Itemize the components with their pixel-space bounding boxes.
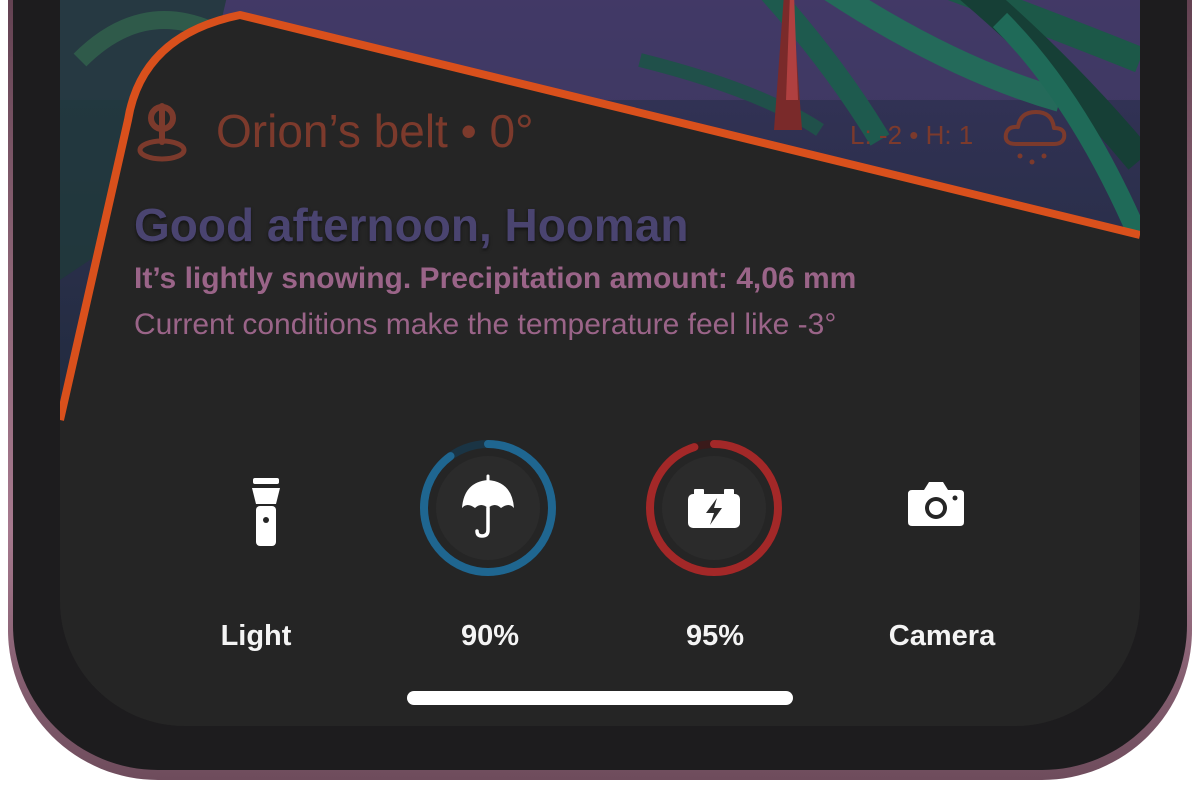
battery-ring — [646, 440, 782, 576]
flashlight-button[interactable] — [196, 438, 336, 578]
camera-icon — [908, 482, 964, 526]
camera-label: Camera — [888, 620, 996, 652]
low-high-temperature: L: -2 • H: 1 — [850, 120, 974, 150]
phone-screen: Orion’s belt • 0° L: -2 • H: 1 Good afte… — [60, 0, 1140, 726]
battery-label: 95% — [685, 620, 745, 652]
home-indicator[interactable] — [407, 691, 793, 705]
camera-button[interactable] — [866, 438, 1006, 578]
rain-chance-ring — [420, 440, 556, 576]
flashlight-icon — [252, 478, 280, 546]
rain-chance-button[interactable] — [418, 438, 558, 578]
greeting-heading: Good afternoon, Hooman — [134, 199, 689, 251]
feels-like-text: Current conditions make the temperature … — [134, 308, 837, 341]
rain-chance-label: 90% — [460, 620, 520, 652]
battery-button[interactable] — [644, 438, 784, 578]
flashlight-label: Light — [220, 620, 292, 652]
location-title: Orion’s belt • 0° — [216, 105, 534, 157]
map-pin-icon — [137, 103, 187, 162]
battery-charging-icon — [688, 489, 740, 528]
cloud-snow-icon — [1003, 110, 1067, 165]
weather-condition: It’s lightly snowing. Precipitation amou… — [134, 262, 857, 295]
